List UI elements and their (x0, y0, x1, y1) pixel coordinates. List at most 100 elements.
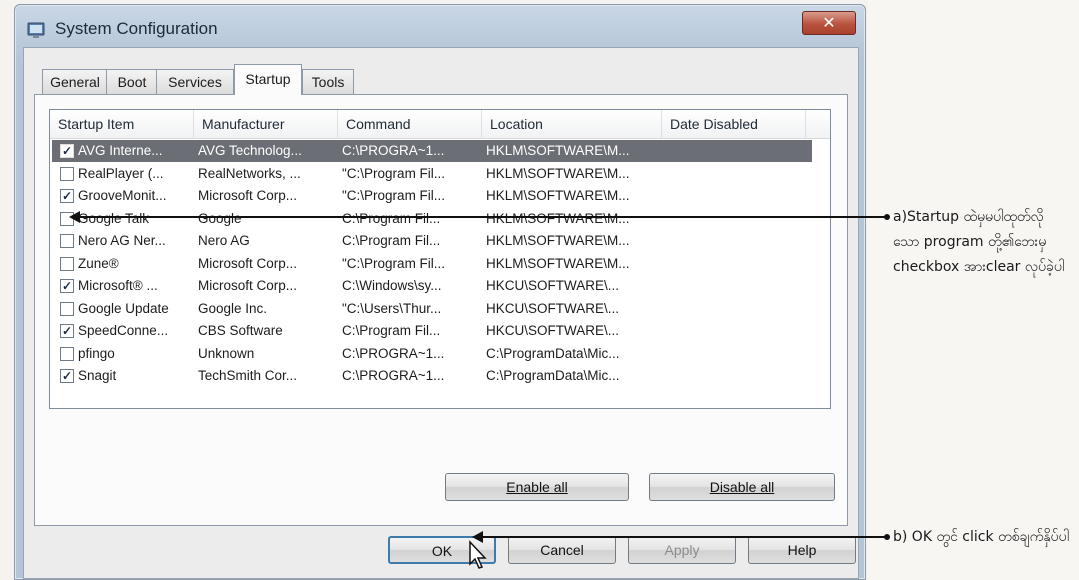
command-cell: C:\Program Fil... (342, 210, 441, 226)
manufacturer-cell: Microsoft Corp... (198, 278, 298, 293)
date-disabled-cell (666, 253, 806, 275)
table-row[interactable]: ✓ AVG Interne... AVG Technolog... C:\PROGRA… (52, 140, 812, 162)
table-row[interactable]: Google Talk Google C:\Program Fil... HKLM\S… (52, 208, 812, 230)
table-row[interactable]: ✓ Snagit TechSmith Cor... C:\PROGRA~1... C:\… (52, 365, 812, 387)
location-cell: HKLM\SOFTWARE\M... (486, 143, 630, 158)
table-row[interactable]: Nero AG Ner... Nero AG C:\Program Fil... HK… (52, 230, 812, 252)
enable-all-button[interactable]: Enable all (445, 473, 629, 501)
startup-item-cell: GrooveMonit... (78, 188, 167, 203)
command-cell: C:\Windows\sy... (342, 278, 442, 293)
startup-item-checkbox[interactable]: ✓ (60, 324, 74, 338)
command-cell: "C:\Program Fil... (342, 188, 446, 203)
command-cell: C:\Program Fil... (342, 323, 441, 338)
location-cell: HKCU\SOFTWARE\... (486, 278, 620, 293)
startup-item-cell: pfingo (78, 345, 115, 361)
table-row[interactable]: pfingo Unknown C:\PROGRA~1... C:\ProgramDat… (52, 343, 812, 365)
table-row[interactable]: RealPlayer (... RealNetworks, ... "C:\Prog… (52, 163, 812, 185)
manufacturer-cell: Microsoft Corp... (198, 255, 298, 271)
annotation-b-dot (884, 534, 890, 540)
startup-item-cell: Snagit (78, 368, 117, 383)
date-disabled-cell (666, 343, 806, 365)
column-header-manufacturer[interactable]: Manufacturer (194, 110, 338, 138)
tab-tools[interactable]: Tools (302, 69, 354, 94)
date-disabled-cell (666, 298, 806, 320)
column-header-startup-item[interactable]: Startup Item (50, 110, 194, 138)
list-header: Startup Item Manufacturer Command Locati… (50, 110, 830, 139)
tab-boot[interactable]: Boot (106, 69, 158, 94)
column-header-command[interactable]: Command (338, 110, 482, 138)
tab-services[interactable]: Services (156, 69, 234, 94)
annotation-a-text: a)Startup ထဲမှမပါထုတ်လိုသော program တို့… (893, 209, 1065, 275)
startup-item-checkbox[interactable]: ✓ (60, 369, 74, 383)
tab-startup[interactable]: Startup (234, 64, 302, 95)
command-cell: C:\PROGRA~1... (342, 368, 445, 383)
window-title: System Configuration (55, 19, 218, 38)
startup-item-checkbox[interactable] (60, 256, 74, 271)
location-cell: HKCU\SOFTWARE\... (486, 300, 620, 316)
startup-item-checkbox[interactable]: ✓ (60, 189, 74, 203)
table-row[interactable]: ✓ Microsoft® ... Microsoft Corp... C:\Windo… (52, 275, 812, 297)
startup-item-checkbox[interactable]: ✓ (60, 279, 74, 293)
startup-item-checkbox[interactable] (60, 166, 74, 181)
date-disabled-cell (666, 320, 806, 342)
table-row[interactable]: ✓ GrooveMonit... Microsoft Corp... "C:\Prog… (52, 185, 812, 207)
date-disabled-cell (666, 275, 806, 297)
startup-item-cell: Nero AG Ner... (78, 233, 166, 248)
location-cell: HKLM\SOFTWARE\M... (486, 255, 630, 271)
annotation-a-dot (884, 214, 890, 220)
enable-all-label: Enable all (506, 479, 568, 495)
disable-all-label: Disable all (709, 479, 775, 495)
location-cell: HKLM\SOFTWARE\M... (486, 165, 630, 181)
disable-all-button[interactable]: Disable all (649, 473, 835, 501)
system-configuration-window: System Configuration ✕ General Boot Serv… (14, 4, 866, 580)
manufacturer-cell: Microsoft Corp... (198, 188, 298, 203)
date-disabled-cell (666, 185, 806, 207)
startup-item-cell: Microsoft® ... (78, 278, 158, 293)
command-cell: "C:\Program Fil... (342, 165, 446, 181)
startup-item-cell: AVG Interne... (78, 143, 163, 158)
command-cell: "C:\Program Fil... (342, 255, 446, 271)
date-disabled-cell (666, 230, 806, 252)
location-cell: HKLM\SOFTWARE\M... (486, 233, 630, 248)
manufacturer-cell: CBS Software (198, 323, 283, 338)
system-configuration-icon (27, 22, 45, 38)
location-cell: C:\ProgramData\Mic... (486, 345, 620, 361)
startup-tab-panel: Startup Item Manufacturer Command Locati… (34, 94, 848, 526)
apply-button: Apply (628, 536, 736, 564)
tab-general[interactable]: General (42, 69, 108, 94)
close-button[interactable]: ✕ (802, 11, 856, 35)
manufacturer-cell: Google Inc. (198, 300, 268, 316)
startup-item-checkbox[interactable] (60, 346, 74, 361)
table-row[interactable]: Zune® Microsoft Corp... "C:\Program Fil...… (52, 253, 812, 275)
startup-items-list[interactable]: Startup Item Manufacturer Command Locati… (49, 109, 831, 409)
startup-item-cell: RealPlayer (... (78, 165, 164, 181)
manufacturer-cell: Nero AG (198, 233, 250, 248)
date-disabled-cell (666, 208, 806, 230)
table-row[interactable]: Google Update Google Inc. "C:\Users\Thur..… (52, 298, 812, 320)
date-disabled-cell (666, 163, 806, 185)
location-cell: HKLM\SOFTWARE\M... (486, 188, 630, 203)
cancel-button[interactable]: Cancel (508, 536, 616, 564)
manufacturer-cell: AVG Technolog... (198, 143, 302, 158)
startup-item-checkbox[interactable]: ✓ (60, 144, 74, 158)
location-cell: HKCU\SOFTWARE\... (486, 323, 620, 338)
location-cell: C:\ProgramData\Mic... (486, 368, 620, 383)
help-button[interactable]: Help (748, 536, 856, 564)
startup-item-cell: Google Talk (78, 210, 150, 226)
manufacturer-cell: Unknown (198, 345, 255, 361)
startup-item-checkbox[interactable] (60, 301, 74, 316)
startup-item-cell: Zune® (78, 255, 119, 271)
startup-item-checkbox[interactable] (60, 234, 74, 248)
page-margin (868, 0, 1079, 580)
annotation-b-text: b) OK တွင် click တစ်ချက်နှိပ်ပါ (893, 529, 1069, 545)
column-header-date-disabled[interactable]: Date Disabled (662, 110, 806, 138)
manufacturer-cell: TechSmith Cor... (198, 368, 298, 383)
manufacturer-cell: RealNetworks, ... (198, 165, 301, 181)
command-cell: C:\Program Fil... (342, 233, 441, 248)
table-row[interactable]: ✓ SpeedConne... CBS Software C:\Program Fil… (52, 320, 812, 342)
annotation-a-line (78, 216, 885, 218)
command-cell: C:\PROGRA~1... (342, 143, 445, 158)
column-header-location[interactable]: Location (482, 110, 662, 138)
date-disabled-cell (666, 140, 806, 162)
startup-item-cell: SpeedConne... (78, 323, 169, 338)
